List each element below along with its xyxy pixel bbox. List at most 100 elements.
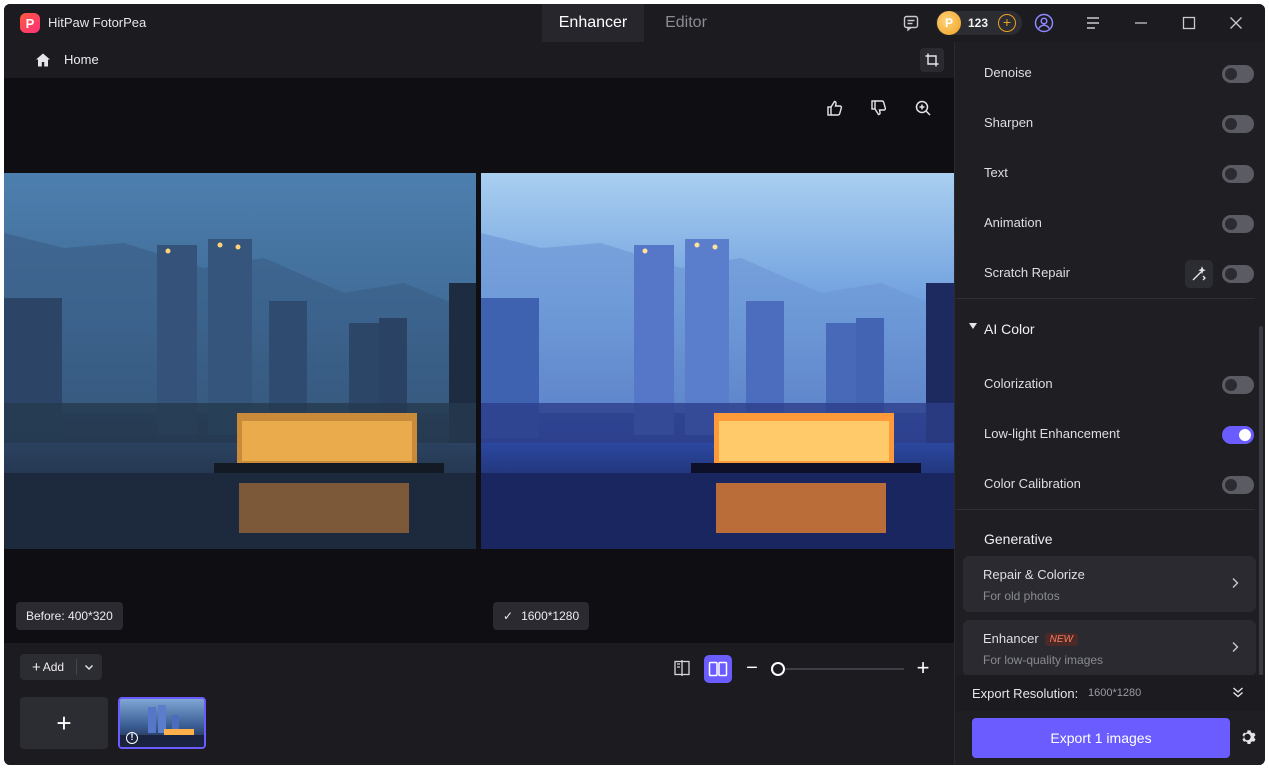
- after-image[interactable]: [481, 173, 954, 549]
- card-title: Enhancer NEW: [983, 631, 1078, 646]
- thumbs-down-icon[interactable]: [869, 98, 889, 118]
- after-image-scene: [481, 233, 954, 549]
- message-icon[interactable]: [901, 13, 921, 33]
- ai-color-section-header[interactable]: AI Color: [955, 308, 1255, 348]
- option-label: Color Calibration: [984, 476, 1081, 491]
- repair-colorize-card[interactable]: Repair & Colorize For old photos: [963, 556, 1256, 612]
- option-label: Animation: [984, 215, 1042, 230]
- zoom-slider-track[interactable]: [778, 668, 904, 670]
- check-icon: ✓: [503, 609, 514, 623]
- tab-enhancer[interactable]: Enhancer: [542, 4, 644, 42]
- section-divider: [955, 298, 1255, 299]
- low-light-enhancement-toggle[interactable]: [1222, 426, 1254, 444]
- option-row-denoise: Denoise: [955, 49, 1255, 99]
- card-subtitle: For low-quality images: [983, 653, 1104, 667]
- split-view-icon[interactable]: [672, 658, 692, 678]
- after-caption: ✓ 1600*1280: [493, 602, 590, 630]
- option-row-sharpen: Sharpen: [955, 99, 1255, 149]
- option-row-colorization: Colorization: [955, 360, 1255, 410]
- side-by-side-icon: [708, 661, 728, 677]
- generative-section-title: Generative: [984, 531, 1053, 547]
- scratch-brush-button[interactable]: [1185, 260, 1213, 288]
- add-label: Add: [42, 660, 65, 674]
- chevron-right-icon: [1230, 640, 1240, 654]
- option-label: Sharpen: [984, 115, 1034, 130]
- text-toggle[interactable]: [1222, 165, 1254, 183]
- animation-toggle[interactable]: [1222, 215, 1254, 233]
- double-chevron-down-icon[interactable]: [1231, 685, 1245, 701]
- add-coins-icon[interactable]: +: [998, 14, 1016, 32]
- maximize-icon[interactable]: [1179, 13, 1199, 33]
- close-icon[interactable]: [1226, 13, 1246, 33]
- option-label: Scratch Repair: [984, 265, 1070, 280]
- panel-scrollbar[interactable]: [1259, 326, 1263, 676]
- add-button[interactable]: + Add: [20, 654, 76, 680]
- denoise-toggle[interactable]: [1222, 65, 1254, 83]
- before-caption: Before: 400*320: [16, 602, 123, 630]
- thumbs-up-icon[interactable]: [825, 98, 845, 118]
- zoom-in-button[interactable]: +: [914, 657, 932, 679]
- export-resolution-value: 1600*1280: [1088, 687, 1142, 699]
- home-icon[interactable]: [34, 51, 52, 69]
- add-image-button[interactable]: +: [20, 697, 108, 749]
- collapse-arrow-icon: [969, 323, 977, 329]
- coin-balance[interactable]: P 123 +: [936, 11, 1022, 35]
- add-dropdown-chevron-icon[interactable]: [80, 659, 98, 675]
- before-image[interactable]: [4, 173, 476, 549]
- plus-icon: +: [31, 658, 41, 676]
- gear-icon[interactable]: [1240, 728, 1258, 746]
- coin-count: 123: [968, 16, 989, 30]
- card-title: Repair & Colorize: [983, 567, 1085, 582]
- breadcrumb: Home: [4, 42, 954, 78]
- colorization-toggle[interactable]: [1222, 376, 1254, 394]
- export-resolution-bar[interactable]: Export Resolution: 1600*1280: [955, 675, 1265, 711]
- zoom-out-button[interactable]: −: [744, 658, 760, 679]
- preview-area: Before: 400*320 ✓ 1600*1280: [4, 78, 954, 643]
- option-row-scratch-repair: Scratch Repair: [955, 249, 1255, 299]
- app-logo-icon: P: [20, 13, 40, 33]
- zoom-slider-knob[interactable]: [771, 662, 785, 676]
- bottom-toolbar: + Add − + + !: [4, 643, 954, 765]
- minimize-icon[interactable]: [1131, 13, 1151, 33]
- magic-brush-icon: [1192, 266, 1206, 281]
- before-resolution: Before: 400*320: [26, 609, 113, 623]
- option-row-low-light: Low-light Enhancement: [955, 410, 1255, 460]
- coin-icon: P: [937, 11, 961, 35]
- crop-icon: [925, 53, 939, 67]
- app-title: HitPaw FotorPea: [48, 15, 147, 30]
- zoom-in-icon[interactable]: [913, 98, 933, 118]
- before-image-scene: [4, 233, 476, 549]
- sharpen-toggle[interactable]: [1222, 115, 1254, 133]
- option-row-text: Text: [955, 149, 1255, 199]
- info-icon[interactable]: !: [126, 732, 138, 744]
- option-label: Colorization: [984, 376, 1053, 391]
- app-window: P HitPaw FotorPea Enhancer Editor P 123 …: [4, 4, 1265, 765]
- option-row-color-calibration: Color Calibration: [955, 460, 1255, 510]
- color-calibration-toggle[interactable]: [1222, 476, 1254, 494]
- title-bar: P HitPaw FotorPea Enhancer Editor P 123 …: [4, 4, 1265, 42]
- card-title-text: Enhancer: [983, 631, 1039, 646]
- option-label: Denoise: [984, 65, 1032, 80]
- section-title: AI Color: [984, 321, 1035, 337]
- add-divider: [76, 659, 77, 675]
- tab-editor[interactable]: Editor: [644, 4, 728, 42]
- export-button[interactable]: Export 1 images: [972, 718, 1230, 758]
- chevron-right-icon: [1230, 576, 1240, 590]
- side-by-side-view-button[interactable]: [704, 655, 732, 683]
- card-subtitle: For old photos: [983, 589, 1060, 603]
- option-row-animation: Animation: [955, 199, 1255, 249]
- export-resolution-label: Export Resolution:: [972, 686, 1079, 701]
- after-resolution: 1600*1280: [521, 609, 580, 623]
- image-thumbnail[interactable]: !: [118, 697, 206, 749]
- crop-button[interactable]: [920, 48, 944, 72]
- option-label: Text: [984, 165, 1008, 180]
- section-divider: [955, 509, 1255, 510]
- enhancer-card[interactable]: Enhancer NEW For low-quality images: [963, 620, 1256, 676]
- home-link[interactable]: Home: [64, 52, 99, 67]
- menu-icon[interactable]: [1083, 13, 1103, 33]
- settings-panel: Denoise Sharpen Text Animation Scratch R…: [954, 42, 1265, 765]
- account-icon[interactable]: [1034, 13, 1054, 33]
- option-label: Low-light Enhancement: [984, 426, 1120, 441]
- new-badge: NEW: [1044, 633, 1078, 646]
- scratch-repair-toggle[interactable]: [1222, 265, 1254, 283]
